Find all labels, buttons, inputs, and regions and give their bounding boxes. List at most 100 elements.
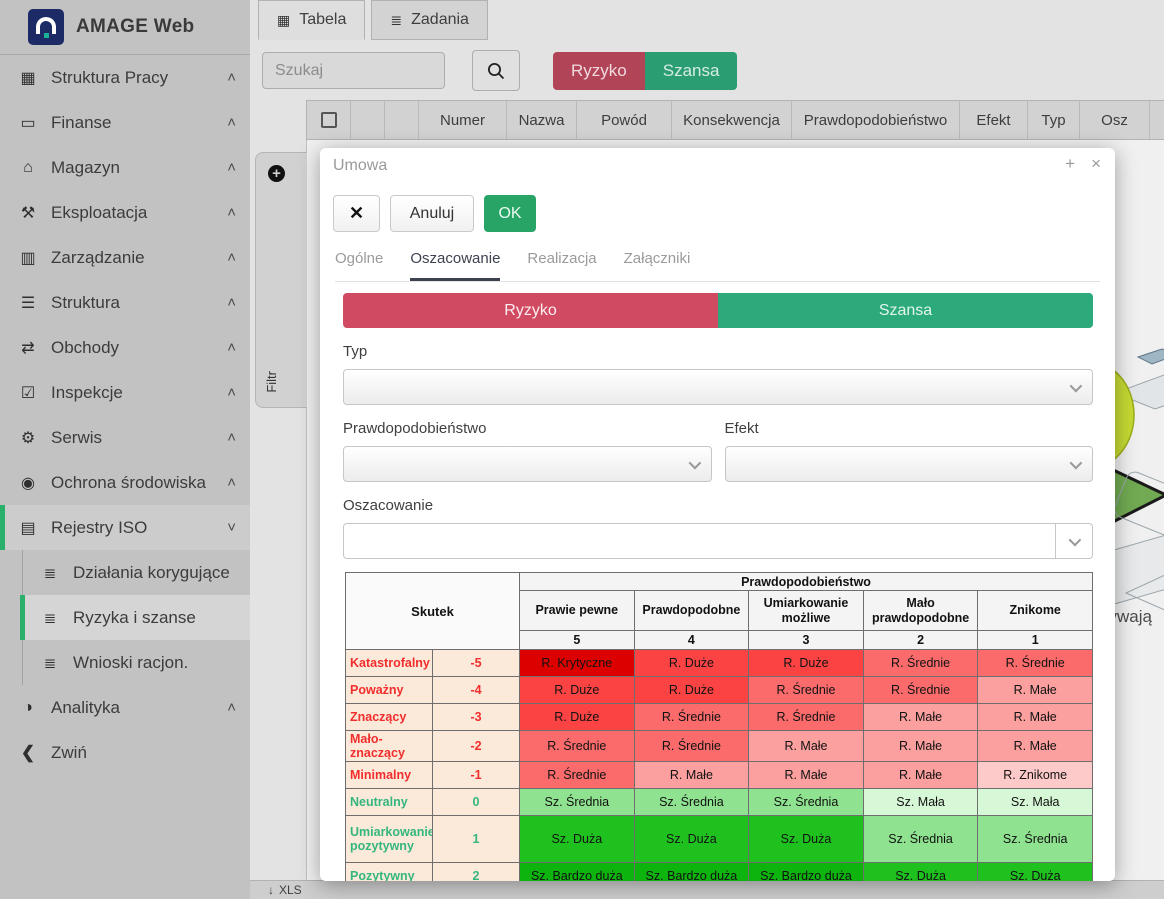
- oszacowanie-select[interactable]: [343, 523, 1093, 559]
- matrix-level-prawie-pewne: Prawie pewne: [520, 591, 635, 631]
- sidebar-item-finanse[interactable]: ▭Finanse˄: [0, 100, 250, 145]
- matrix-level-value: 3: [749, 631, 864, 650]
- matrix-cell: Sz. Bardzo duża: [634, 863, 749, 882]
- grid-header-empty: [385, 101, 419, 139]
- column-header-nazwa[interactable]: Nazwa: [507, 101, 577, 139]
- chance-toggle-button[interactable]: Szansa: [718, 293, 1093, 328]
- column-header-konsekwencja[interactable]: Konsekwencja: [672, 101, 792, 139]
- dialog-title: Umowa: [333, 157, 387, 175]
- prawdopodobienstwo-select[interactable]: [343, 446, 712, 482]
- sidebar-subitem-wnioski-racjon[interactable]: ≣ Wnioski racjon.: [23, 640, 250, 685]
- export-xls-label: XLS: [279, 883, 302, 897]
- dialog-tab-oszacowanie[interactable]: Oszacowanie: [410, 250, 500, 281]
- maximize-icon[interactable]: +: [1065, 154, 1075, 174]
- sidebar-item-zarządzanie[interactable]: ▥Zarządzanie˄: [0, 235, 250, 280]
- bug-icon: ⚙: [15, 428, 41, 448]
- chevron-down-icon: [1070, 457, 1083, 470]
- building-icon: ▦: [15, 68, 41, 88]
- risk-matrix: SkutekPrawdopodobieństwoPrawie pewnePraw…: [345, 572, 1093, 881]
- sidebar-item-label: Struktura Pracy: [51, 68, 227, 88]
- matrix-cell: Sz. Duża: [749, 816, 864, 863]
- matrix-cell: Sz. Mała: [978, 789, 1093, 816]
- dialog-tab-realizacja[interactable]: Realizacja: [527, 250, 596, 281]
- sidebar-item-struktura[interactable]: ☰Struktura˄: [0, 280, 250, 325]
- gauge-icon: ◑: [15, 699, 41, 717]
- matrix-cell: R. Średnie: [634, 731, 749, 762]
- typ-select[interactable]: [343, 369, 1093, 405]
- matrix-row-label: Mało-znaczący: [346, 731, 433, 762]
- chevron-down-icon: [1070, 380, 1083, 393]
- tab-tabela[interactable]: ▦Tabela: [258, 0, 365, 40]
- search-input[interactable]: [262, 52, 445, 89]
- sidebar-item-label: Rejestry ISO: [51, 518, 227, 538]
- matrix-cell: Sz. Średnia: [520, 789, 635, 816]
- dialog-tab-załączniki[interactable]: Załączniki: [624, 250, 691, 281]
- risk-toggle-button[interactable]: Ryzyko: [343, 293, 718, 328]
- umowa-dialog: Umowa + × ✕ Anuluj OK Ogólne Oszacowanie R…: [320, 148, 1115, 881]
- download-icon: ↓: [268, 883, 274, 897]
- matrix-row-value: -3: [433, 704, 520, 731]
- dialog-tab-ogólne[interactable]: Ogólne: [335, 250, 383, 281]
- search-button[interactable]: [472, 50, 520, 91]
- sidebar-item-obchody[interactable]: ⇄Obchody˄: [0, 325, 250, 370]
- column-header-efekt[interactable]: Efekt: [960, 101, 1028, 139]
- sidebar-item-label: Ryzyka i szanse: [73, 608, 236, 628]
- risk-chance-toggle: Ryzyko Szansa: [343, 293, 1093, 328]
- sidebar-item-serwis[interactable]: ⚙Serwis˄: [0, 415, 250, 460]
- amage-logo-icon: [28, 9, 64, 45]
- matrix-row-value: -2: [433, 731, 520, 762]
- matrix-probability-header: Prawdopodobieństwo: [520, 573, 1093, 591]
- chevron-down-icon: ˅: [227, 519, 236, 536]
- sidebar-subitem-działania-korygujące[interactable]: ≣Działania korygujące: [23, 550, 250, 595]
- efekt-select[interactable]: [725, 446, 1094, 482]
- select-all-checkbox[interactable]: [321, 112, 337, 128]
- close-x-button[interactable]: ✕: [333, 195, 380, 232]
- risk-filter-button[interactable]: Ryzyko: [553, 52, 645, 90]
- chance-filter-button[interactable]: Szansa: [645, 52, 738, 90]
- chevron-up-icon: ˄: [227, 339, 236, 356]
- cancel-button[interactable]: Anuluj: [390, 195, 474, 232]
- toolbar: Ryzyko Szansa: [262, 50, 737, 91]
- close-icon[interactable]: ×: [1091, 154, 1101, 174]
- sidebar-item-struktura-pracy[interactable]: ▦Struktura Pracy˄: [0, 55, 250, 100]
- sidebar-item-rejestry-iso[interactable]: ▤Rejestry ISO˅: [0, 505, 250, 550]
- matrix-cell: R. Małe: [634, 762, 749, 789]
- dropdown-button[interactable]: [1055, 524, 1092, 558]
- matrix-cell: R. Małe: [978, 704, 1093, 731]
- sidebar-item-zwiń[interactable]: ❮Zwiń: [0, 730, 250, 775]
- plus-circle-icon[interactable]: +: [268, 165, 285, 182]
- chevron-up-icon: ˄: [227, 114, 236, 131]
- sidebar-subitem-ryzyka-i-szanse[interactable]: ≣Ryzyka i szanse: [23, 595, 250, 640]
- tab-label: Tabela: [299, 11, 346, 29]
- matrix-cell: R. Małe: [749, 762, 864, 789]
- ok-button[interactable]: OK: [484, 195, 536, 232]
- matrix-cell: Sz. Średnia: [749, 789, 864, 816]
- column-header-powód[interactable]: Powód: [577, 101, 672, 139]
- list-icon: ≣: [37, 654, 63, 672]
- matrix-row-poważny: Poważny-4R. DużeR. DużeR. ŚrednieR. Śred…: [346, 677, 1093, 704]
- column-header-osz[interactable]: Osz: [1080, 101, 1150, 139]
- matrix-row-value: -4: [433, 677, 520, 704]
- column-header-prawdopodobieństwo[interactable]: Prawdopodobieństwo: [792, 101, 960, 139]
- sidebar-item-label: Wnioski racjon.: [73, 653, 236, 673]
- matrix-cell: R. Duże: [520, 677, 635, 704]
- matrix-row-label: Poważny: [346, 677, 433, 704]
- column-header-numer[interactable]: Numer: [419, 101, 507, 139]
- matrix-row-label: Katastrofalny: [346, 650, 433, 677]
- sidebar-item-analityka[interactable]: ◑Analityka˄: [0, 685, 250, 730]
- column-header-typ[interactable]: Typ: [1028, 101, 1080, 139]
- sidebar-item-magazyn[interactable]: ⌂Magazyn˄: [0, 145, 250, 190]
- matrix-cell: Sz. Średnia: [978, 816, 1093, 863]
- export-xls-link[interactable]: ↓ XLS: [268, 883, 302, 897]
- sidebar-item-eksploatacja[interactable]: ⚒Eksploatacja˄: [0, 190, 250, 235]
- matrix-cell: R. Średnie: [520, 762, 635, 789]
- matrix-skutek-header: Skutek: [346, 573, 520, 650]
- sidebar-item-ochrona-środowiska[interactable]: ◉Ochrona środowiska˄: [0, 460, 250, 505]
- filter-panel-handle[interactable]: + Filtr: [255, 152, 307, 408]
- chevron-down-icon: [1069, 534, 1082, 547]
- dialog-tabs: Ogólne Oszacowanie Realizacja Załączniki: [335, 250, 1100, 282]
- sidebar-item-inspekcje[interactable]: ☑Inspekcje˄: [0, 370, 250, 415]
- tab-zadania[interactable]: ≣Zadania: [371, 0, 488, 40]
- sidebar-item-label: Obchody: [51, 338, 227, 358]
- list-icon: ≣: [390, 12, 402, 29]
